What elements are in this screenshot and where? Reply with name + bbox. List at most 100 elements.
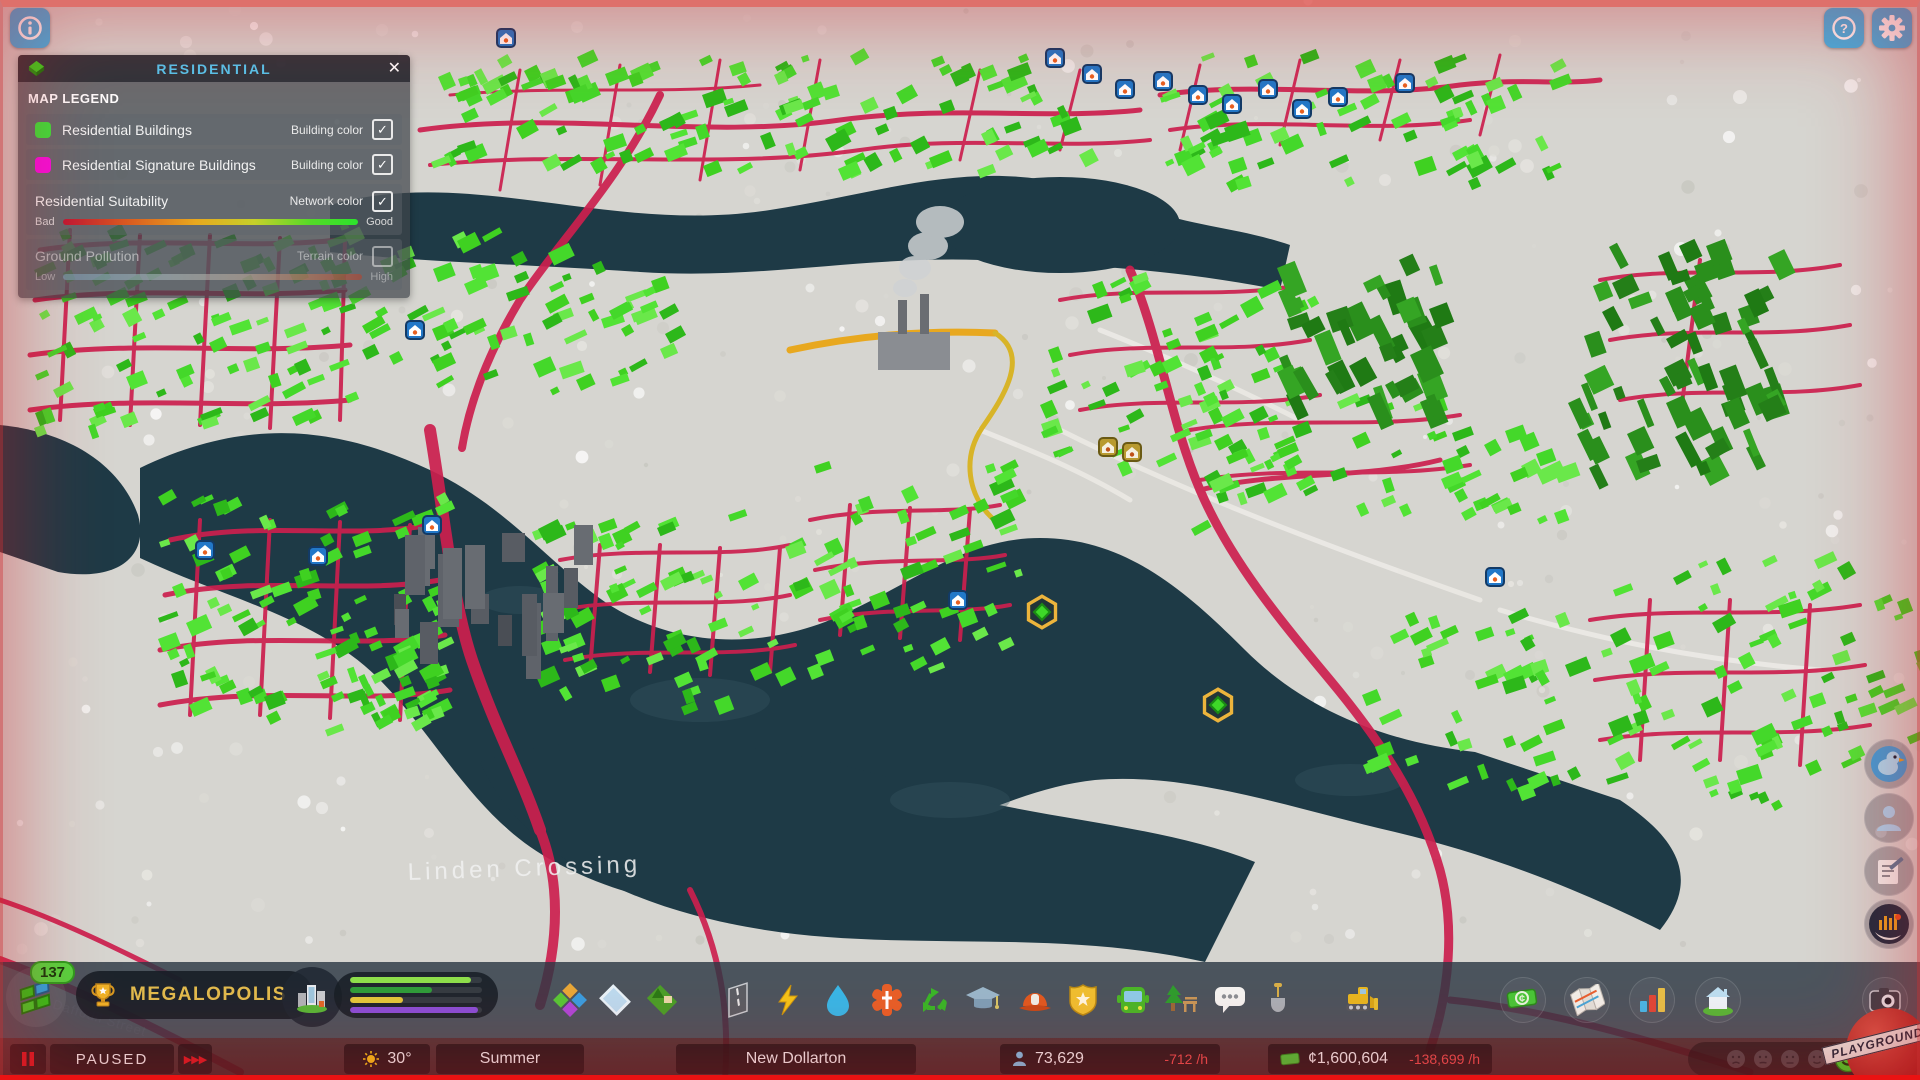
legend-row-residential-buildings: Residential Buildings Building color ✓ xyxy=(26,114,402,145)
scale-max-label: High xyxy=(370,271,393,283)
tool-police-button[interactable] xyxy=(1061,978,1105,1022)
bulldozer-icon xyxy=(1346,987,1378,1011)
legend-caption: MAP LEGEND xyxy=(28,91,120,106)
milestones-button[interactable]: 137 xyxy=(6,961,76,1027)
pause-indicator-bottom-line xyxy=(0,1075,1920,1080)
shovel-icon xyxy=(1271,983,1285,1012)
tool-landscaping-button[interactable] xyxy=(640,978,684,1022)
xp-bar xyxy=(350,997,403,1003)
lifepath-button[interactable] xyxy=(1864,793,1914,843)
face-sad-icon xyxy=(1727,1050,1745,1068)
journal-icon xyxy=(1878,857,1904,884)
money-rate: -138,699 /h xyxy=(1409,1051,1480,1067)
status-bar: PAUSED ▶▶▶ 30° Summer New Dollarton 73,6… xyxy=(0,1038,1920,1080)
population-value: 73,629 xyxy=(1035,1050,1084,1067)
areas-icon xyxy=(599,984,631,1016)
legend-title: RESIDENTIAL xyxy=(156,60,272,77)
landscaping-icon xyxy=(646,984,678,1016)
tool-terraforming-button[interactable] xyxy=(1256,978,1300,1022)
close-icon[interactable]: ✕ xyxy=(388,60,401,77)
legend-row-suitability: Residential Suitability Network color ✓ … xyxy=(26,184,402,235)
water-drop-icon xyxy=(827,985,849,1016)
tool-education-button[interactable] xyxy=(961,978,1005,1022)
legend-row-signature-buildings: Residential Signature Buildings Building… xyxy=(26,149,402,180)
checkbox-checked[interactable]: ✓ xyxy=(372,119,393,140)
population-icon xyxy=(1013,1051,1026,1066)
chirper-bird-icon xyxy=(1871,746,1907,782)
tool-electricity-button[interactable] xyxy=(766,978,810,1022)
face-displeased-icon xyxy=(1754,1050,1772,1068)
population-rate: -712 /h xyxy=(1164,1051,1208,1067)
xp-progress-bars xyxy=(334,972,498,1018)
help-button[interactable]: ? xyxy=(1824,8,1864,48)
bus-icon xyxy=(1117,987,1149,1013)
radio-button[interactable] xyxy=(1864,899,1914,949)
checkbox-checked[interactable]: ✓ xyxy=(372,190,393,212)
tool-communications-button[interactable] xyxy=(1208,978,1252,1022)
pause-button[interactable] xyxy=(10,1044,46,1074)
map-legend-panel: RESIDENTIAL ✕ MAP LEGEND Residential Bui… xyxy=(18,55,410,298)
chirper-button[interactable] xyxy=(1864,739,1914,789)
face-neutral-icon xyxy=(1781,1050,1799,1068)
city-progress-button[interactable] xyxy=(282,967,342,1027)
money-widget[interactable]: ¢1,600,604 -138,699 /h xyxy=(1268,1044,1492,1074)
tool-transportation-button[interactable] xyxy=(1111,978,1155,1022)
row-type-label: Terrain color xyxy=(296,249,363,263)
sun-icon xyxy=(363,1051,380,1067)
checkbox-unchecked[interactable] xyxy=(372,245,393,267)
house-icon xyxy=(1703,987,1733,1016)
tool-economy-button[interactable]: ¢ xyxy=(1501,978,1545,1022)
svg-text:?: ? xyxy=(1840,21,1848,36)
legend-row-ground-pollution: Ground Pollution Terrain color Low High xyxy=(26,239,402,290)
milestone-name: MEGALOPOLIS xyxy=(130,984,287,1005)
tool-map-overview-button[interactable] xyxy=(1565,978,1609,1022)
tool-city-information-button[interactable] xyxy=(1696,978,1740,1022)
xp-bar xyxy=(350,977,472,983)
row-type-label: Building color xyxy=(290,157,363,172)
tool-bulldozer-button[interactable] xyxy=(1338,978,1382,1022)
speed-fast-forward-button[interactable]: ▶▶▶ xyxy=(178,1044,212,1074)
legend-header: RESIDENTIAL ✕ xyxy=(18,55,410,82)
info-icon xyxy=(18,16,42,40)
money-value: ¢1,600,604 xyxy=(1308,1050,1389,1067)
population-widget[interactable]: 73,629 -712 /h xyxy=(1000,1044,1220,1074)
zones-icon xyxy=(553,983,587,1017)
fire-helmet-icon xyxy=(1019,993,1051,1011)
tool-fire-rescue-button[interactable] xyxy=(1013,978,1057,1022)
scale-min-label: Low xyxy=(35,271,56,283)
temperature-value: 30° xyxy=(387,1050,412,1067)
tool-areas-button[interactable] xyxy=(593,978,637,1022)
tool-healthcare-button[interactable] xyxy=(865,978,909,1022)
tool-garbage-button[interactable] xyxy=(913,978,957,1022)
green-swatch xyxy=(35,121,51,138)
season-label[interactable]: Summer xyxy=(436,1044,584,1074)
question-icon: ? xyxy=(1832,16,1856,40)
electricity-icon xyxy=(778,984,799,1016)
tool-roads-button[interactable] xyxy=(716,978,760,1022)
row-label: Residential Signature Buildings xyxy=(62,156,256,173)
tool-zones-button[interactable] xyxy=(548,978,592,1022)
money-icon: ¢ xyxy=(1506,988,1538,1009)
city-name-label[interactable]: New Dollarton xyxy=(676,1044,916,1074)
bar-chart-icon xyxy=(1640,988,1665,1012)
roads-icon xyxy=(728,982,748,1018)
tool-water-button[interactable] xyxy=(816,978,860,1022)
checkbox-checked[interactable]: ✓ xyxy=(372,154,393,175)
park-tree-icon xyxy=(1165,985,1197,1012)
healthcare-icon xyxy=(872,984,902,1016)
trophy-icon xyxy=(91,983,115,1007)
milestone-name-pill[interactable]: MEGALOPOLIS xyxy=(76,971,313,1019)
temperature-widget[interactable]: 30° xyxy=(344,1044,430,1074)
radio-icon xyxy=(1869,904,1909,944)
tool-statistics-button[interactable] xyxy=(1630,978,1674,1022)
tool-parks-button[interactable] xyxy=(1158,978,1202,1022)
row-label: Ground Pollution xyxy=(35,248,140,264)
xp-bar xyxy=(350,1007,479,1013)
journal-button[interactable] xyxy=(1864,846,1914,896)
settings-button[interactable] xyxy=(1872,8,1912,48)
suitability-gradient-bar xyxy=(62,219,359,225)
magenta-swatch xyxy=(35,156,51,173)
row-label: Residential Buildings xyxy=(62,121,192,138)
info-button[interactable] xyxy=(10,8,50,48)
folded-map-icon xyxy=(1570,984,1605,1016)
